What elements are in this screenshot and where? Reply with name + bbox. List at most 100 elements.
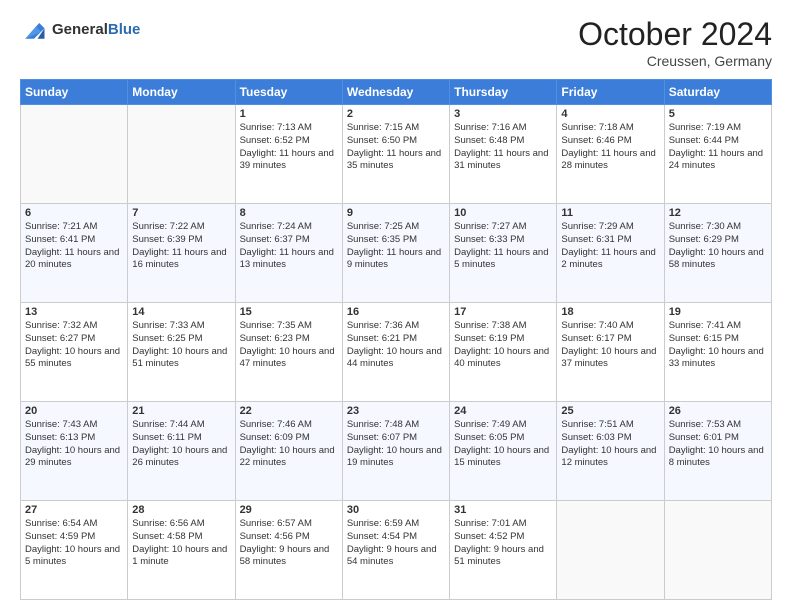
- calendar-table: SundayMondayTuesdayWednesdayThursdayFrid…: [20, 79, 772, 600]
- sunset-time: 6:07 PM: [382, 432, 417, 443]
- calendar-week-row: 20 Sunrise: 7:43 AM Sunset: 6:13 PM Dayl…: [21, 402, 772, 501]
- calendar-cell: 28 Sunrise: 6:56 AM Sunset: 4:58 PM Dayl…: [128, 501, 235, 600]
- day-number: 16: [347, 306, 445, 318]
- sunset-time: 6:29 PM: [704, 234, 739, 245]
- calendar-cell: [128, 105, 235, 204]
- daylight-label: Daylight: 10 hours and 55 minutes: [25, 346, 120, 370]
- day-number: 17: [454, 306, 552, 318]
- day-number: 20: [25, 405, 123, 417]
- sunset-label: Sunset:: [669, 234, 704, 245]
- sunrise-time: 7:01 AM: [492, 518, 527, 529]
- sunrise-label: Sunrise:: [240, 320, 278, 331]
- calendar-cell: 30 Sunrise: 6:59 AM Sunset: 4:54 PM Dayl…: [342, 501, 449, 600]
- day-number: 8: [240, 207, 338, 219]
- logo: GeneralBlue: [20, 16, 140, 44]
- sunset-time: 6:17 PM: [596, 333, 631, 344]
- sunrise-label: Sunrise:: [132, 320, 170, 331]
- sunrise-time: 7:22 AM: [170, 221, 205, 232]
- sunrise-time: 7:38 AM: [492, 320, 527, 331]
- day-info: Sunrise: 7:35 AM Sunset: 6:23 PM Dayligh…: [240, 320, 338, 371]
- sunset-time: 6:13 PM: [60, 432, 95, 443]
- sunset-label: Sunset:: [240, 333, 275, 344]
- daylight-label: Daylight: 10 hours and 58 minutes: [669, 247, 764, 271]
- calendar-cell: 16 Sunrise: 7:36 AM Sunset: 6:21 PM Dayl…: [342, 303, 449, 402]
- sunset-label: Sunset:: [454, 234, 489, 245]
- calendar-day-header: Sunday: [21, 80, 128, 105]
- day-number: 4: [561, 108, 659, 120]
- day-number: 9: [347, 207, 445, 219]
- daylight-label: Daylight: 11 hours and 28 minutes: [561, 148, 655, 172]
- day-info: Sunrise: 7:21 AM Sunset: 6:41 PM Dayligh…: [25, 221, 123, 272]
- calendar-cell: 6 Sunrise: 7:21 AM Sunset: 6:41 PM Dayli…: [21, 204, 128, 303]
- day-number: 2: [347, 108, 445, 120]
- calendar-day-header: Tuesday: [235, 80, 342, 105]
- daylight-label: Daylight: 10 hours and 37 minutes: [561, 346, 656, 370]
- sunrise-time: 7:44 AM: [170, 419, 205, 430]
- sunset-time: 6:33 PM: [489, 234, 524, 245]
- calendar-cell: 3 Sunrise: 7:16 AM Sunset: 6:48 PM Dayli…: [450, 105, 557, 204]
- daylight-label: Daylight: 10 hours and 47 minutes: [240, 346, 335, 370]
- calendar-cell: 23 Sunrise: 7:48 AM Sunset: 6:07 PM Dayl…: [342, 402, 449, 501]
- sunset-time: 4:52 PM: [489, 531, 524, 542]
- sunset-label: Sunset:: [669, 135, 704, 146]
- day-number: 24: [454, 405, 552, 417]
- daylight-label: Daylight: 10 hours and 44 minutes: [347, 346, 442, 370]
- sunset-time: 6:31 PM: [596, 234, 631, 245]
- day-number: 30: [347, 504, 445, 516]
- day-info: Sunrise: 6:54 AM Sunset: 4:59 PM Dayligh…: [25, 518, 123, 569]
- calendar-cell: 9 Sunrise: 7:25 AM Sunset: 6:35 PM Dayli…: [342, 204, 449, 303]
- calendar-cell: [21, 105, 128, 204]
- sunrise-time: 7:19 AM: [706, 122, 741, 133]
- day-info: Sunrise: 7:19 AM Sunset: 6:44 PM Dayligh…: [669, 122, 767, 173]
- calendar-cell: 22 Sunrise: 7:46 AM Sunset: 6:09 PM Dayl…: [235, 402, 342, 501]
- calendar-cell: 15 Sunrise: 7:35 AM Sunset: 6:23 PM Dayl…: [235, 303, 342, 402]
- calendar-cell: 21 Sunrise: 7:44 AM Sunset: 6:11 PM Dayl…: [128, 402, 235, 501]
- calendar-header-row: SundayMondayTuesdayWednesdayThursdayFrid…: [21, 80, 772, 105]
- calendar-cell: 25 Sunrise: 7:51 AM Sunset: 6:03 PM Dayl…: [557, 402, 664, 501]
- sunrise-time: 7:30 AM: [706, 221, 741, 232]
- sunrise-time: 7:24 AM: [277, 221, 312, 232]
- sunset-time: 6:15 PM: [704, 333, 739, 344]
- day-number: 6: [25, 207, 123, 219]
- day-info: Sunrise: 7:51 AM Sunset: 6:03 PM Dayligh…: [561, 419, 659, 470]
- sunset-label: Sunset:: [347, 432, 382, 443]
- sunset-label: Sunset:: [240, 432, 275, 443]
- sunset-label: Sunset:: [561, 234, 596, 245]
- sunrise-time: 6:56 AM: [170, 518, 205, 529]
- day-info: Sunrise: 7:48 AM Sunset: 6:07 PM Dayligh…: [347, 419, 445, 470]
- sunrise-label: Sunrise:: [454, 419, 492, 430]
- calendar-cell: 31 Sunrise: 7:01 AM Sunset: 4:52 PM Dayl…: [450, 501, 557, 600]
- calendar-cell: 2 Sunrise: 7:15 AM Sunset: 6:50 PM Dayli…: [342, 105, 449, 204]
- sunrise-label: Sunrise:: [240, 419, 278, 430]
- sunset-label: Sunset:: [347, 531, 382, 542]
- sunset-label: Sunset:: [669, 333, 704, 344]
- sunrise-time: 6:59 AM: [384, 518, 419, 529]
- sunrise-time: 7:46 AM: [277, 419, 312, 430]
- calendar-week-row: 13 Sunrise: 7:32 AM Sunset: 6:27 PM Dayl…: [21, 303, 772, 402]
- sunrise-label: Sunrise:: [25, 518, 63, 529]
- sunset-label: Sunset:: [454, 432, 489, 443]
- sunrise-label: Sunrise:: [669, 221, 707, 232]
- sunrise-time: 7:35 AM: [277, 320, 312, 331]
- daylight-label: Daylight: 10 hours and 26 minutes: [132, 445, 227, 469]
- sunrise-time: 7:15 AM: [384, 122, 419, 133]
- calendar-week-row: 1 Sunrise: 7:13 AM Sunset: 6:52 PM Dayli…: [21, 105, 772, 204]
- daylight-label: Daylight: 11 hours and 16 minutes: [132, 247, 226, 271]
- day-number: 12: [669, 207, 767, 219]
- daylight-label: Daylight: 10 hours and 5 minutes: [25, 544, 120, 568]
- logo-blue: Blue: [108, 21, 141, 38]
- calendar-cell: 27 Sunrise: 6:54 AM Sunset: 4:59 PM Dayl…: [21, 501, 128, 600]
- calendar-cell: 4 Sunrise: 7:18 AM Sunset: 6:46 PM Dayli…: [557, 105, 664, 204]
- day-info: Sunrise: 7:38 AM Sunset: 6:19 PM Dayligh…: [454, 320, 552, 371]
- day-number: 22: [240, 405, 338, 417]
- sunset-time: 4:59 PM: [60, 531, 95, 542]
- sunset-time: 6:23 PM: [274, 333, 309, 344]
- sunrise-label: Sunrise:: [25, 221, 63, 232]
- daylight-label: Daylight: 10 hours and 40 minutes: [454, 346, 549, 370]
- sunrise-time: 7:41 AM: [706, 320, 741, 331]
- sunrise-label: Sunrise:: [347, 419, 385, 430]
- sunrise-time: 7:18 AM: [599, 122, 634, 133]
- day-info: Sunrise: 7:49 AM Sunset: 6:05 PM Dayligh…: [454, 419, 552, 470]
- sunset-label: Sunset:: [669, 432, 704, 443]
- sunset-time: 6:48 PM: [489, 135, 524, 146]
